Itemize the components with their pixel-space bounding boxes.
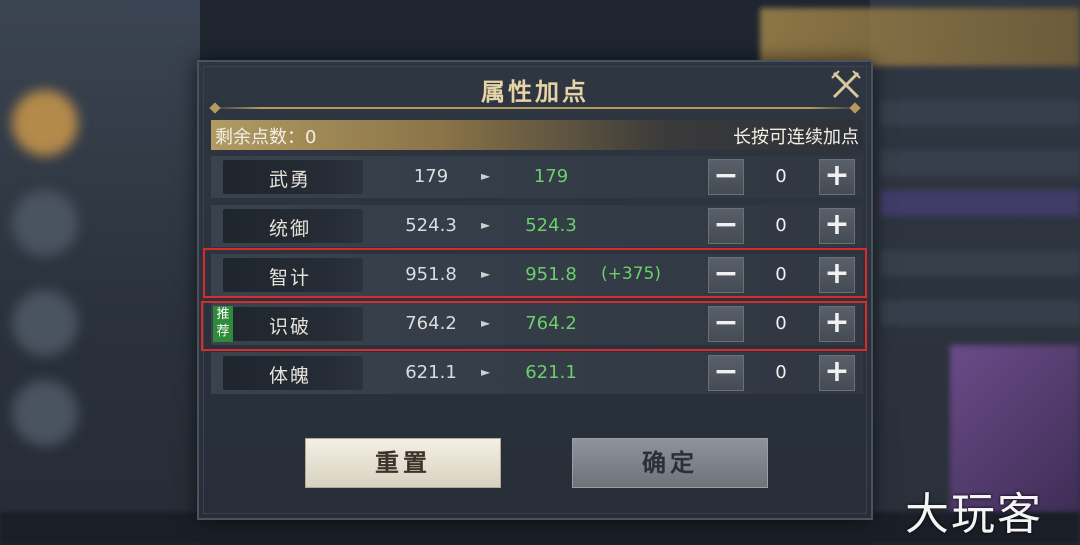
plus-button[interactable]: + (819, 159, 855, 195)
background-avatar-blob (12, 190, 78, 256)
attribute-name: 体魄 (269, 365, 312, 387)
attribute-name: 统御 (269, 218, 312, 240)
attribute-row-tipo: 体魄 621.1 ► 621.1 − 0 + (211, 352, 863, 394)
long-press-hint: 长按可连续加点 (733, 127, 859, 148)
attribute-new-value: 524.3 (525, 215, 577, 236)
attribute-points-dialog: 属性加点 剩余点数：0 长按可连续加点 武勇 179 ► 179 − 0 + 统… (197, 60, 873, 520)
attribute-current-value: 524.3 (405, 215, 457, 236)
background-avatar-blob (12, 380, 78, 446)
minus-button[interactable]: − (708, 355, 744, 391)
attribute-current-value: 621.1 (405, 362, 457, 383)
attribute-row-tongyu: 统御 524.3 ► 524.3 − 0 + (211, 205, 863, 247)
arrow-right-icon: ► (481, 169, 491, 183)
background-gold-banner (760, 8, 1080, 66)
background-left-panel (0, 0, 200, 545)
attribute-row-wuyong: 武勇 179 ► 179 − 0 + (211, 156, 863, 198)
title-divider (209, 107, 861, 109)
confirm-button[interactable]: 确定 (572, 438, 768, 488)
background-avatar-blob (12, 90, 78, 156)
attribute-name: 武勇 (269, 169, 312, 191)
background-avatar-blob (12, 290, 78, 356)
remaining-points-label: 剩余点数：0 (215, 127, 317, 148)
dialog-title: 属性加点 (481, 78, 589, 106)
allocated-count: 0 (775, 166, 787, 187)
arrow-right-icon: ► (481, 365, 491, 379)
minus-button[interactable]: − (708, 159, 744, 195)
crossed-swords-close-icon[interactable] (829, 68, 863, 102)
remaining-points-bar: 剩余点数：0 长按可连续加点 (211, 120, 863, 150)
attribute-current-value: 179 (413, 166, 449, 187)
arrow-right-icon: ► (481, 218, 491, 232)
close-icon (831, 70, 861, 99)
background-row (880, 150, 1080, 176)
reset-button[interactable]: 重置 (305, 438, 501, 488)
background-row (880, 300, 1080, 326)
attribute-new-value: 621.1 (525, 362, 577, 383)
allocated-count: 0 (775, 215, 787, 236)
plus-button[interactable]: + (819, 208, 855, 244)
allocated-count: 0 (775, 362, 787, 383)
watermark-logo: 大玩客 (905, 489, 1043, 540)
attribute-new-value: 179 (533, 166, 569, 187)
background-row (880, 250, 1080, 276)
background-row (880, 100, 1080, 126)
highlight-box-zhiji (203, 248, 867, 298)
highlight-box-shipo (201, 301, 867, 351)
background-row (880, 190, 1080, 216)
minus-button[interactable]: − (708, 208, 744, 244)
plus-button[interactable]: + (819, 355, 855, 391)
